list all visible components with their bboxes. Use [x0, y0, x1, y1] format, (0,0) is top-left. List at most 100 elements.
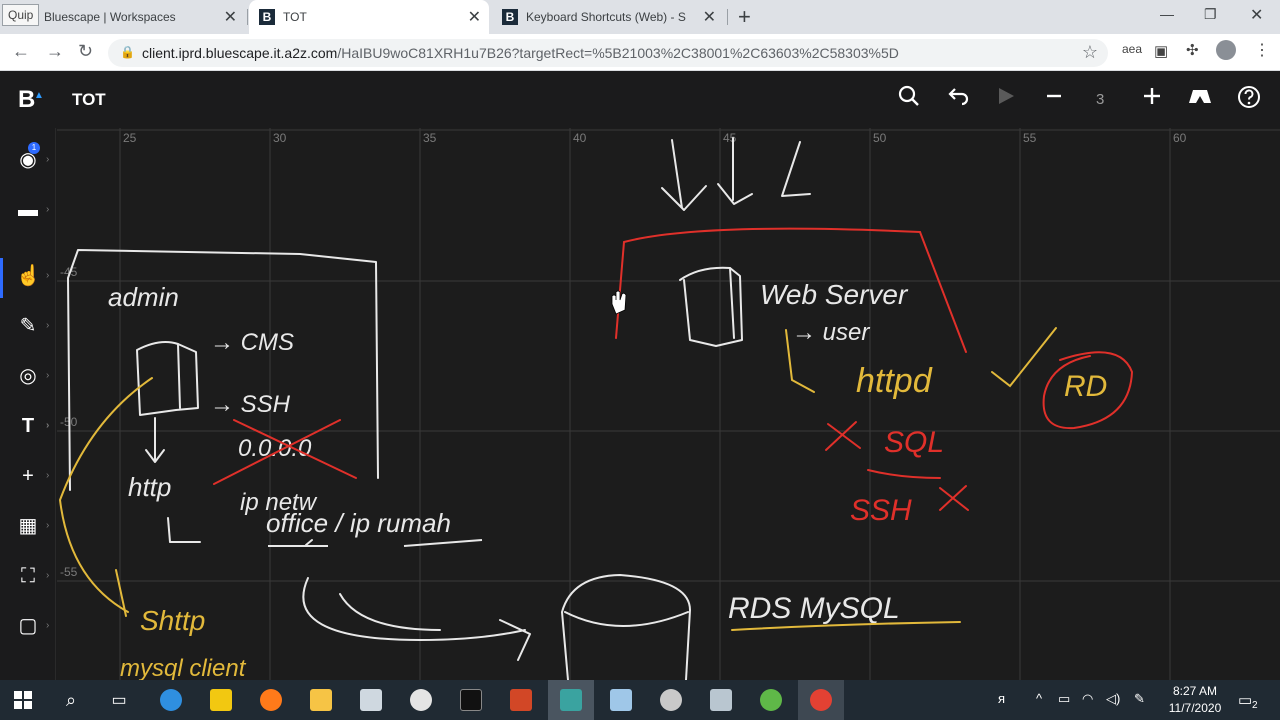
rd-text: RD [1064, 370, 1107, 403]
menu-kebab-icon[interactable]: ⋮ [1254, 40, 1270, 60]
ruler-x-label: 50 [873, 131, 887, 145]
store-app-icon[interactable] [348, 680, 394, 720]
task-view-icon[interactable]: ▭ [96, 680, 142, 720]
tab-tot[interactable]: B TOT ✕ [249, 0, 489, 34]
reload-icon[interactable]: ↻ [78, 41, 93, 62]
url-host: client.iprd.bluescape.it.a2z.com [142, 45, 338, 61]
terminal-app-icon[interactable] [448, 680, 494, 720]
pen-tray-icon[interactable]: ✎ [1134, 691, 1145, 707]
workspace-title[interactable]: TOT [72, 90, 106, 110]
tab-bluescape-workspaces[interactable]: Quip Bluescape | Workspaces ✕ [0, 0, 245, 34]
close-icon[interactable]: ✕ [703, 7, 716, 27]
url-field[interactable]: 🔒 client.iprd.bluescape.it.a2z.com/HaIBU… [108, 39, 1108, 67]
url-path: /HaIBU9woC81XRH1u7B26?targetRect=%5B2100… [337, 45, 899, 61]
zoom-in-icon[interactable] [1141, 85, 1163, 113]
windows-taskbar: ⌕ ▭ ᴙ ^ ▭ ◠ ◁) ✎ 8:27 AM 11/7/2020 ▭ 2 [0, 680, 1280, 720]
restore-icon[interactable]: ❐ [1204, 6, 1217, 23]
powerpoint-app-icon[interactable] [498, 680, 544, 720]
people-icon[interactable]: ᴙ [998, 691, 1005, 706]
ssh-text: → SSH [210, 391, 291, 418]
start-button[interactable] [0, 680, 46, 720]
app-icon[interactable] [598, 680, 644, 720]
chevron-up-icon[interactable]: ^ [1036, 691, 1042, 706]
participants-tool[interactable]: ◉ 1 › [16, 142, 49, 172]
presentation-icon[interactable] [1187, 85, 1213, 113]
admin-text: admin [108, 282, 179, 312]
system-clock[interactable]: 8:27 AM 11/7/2020 [1160, 683, 1230, 717]
office-text: office / ip rumah [266, 508, 451, 538]
back-icon[interactable]: ← [12, 41, 30, 62]
chrome-app-icon[interactable] [798, 680, 844, 720]
red-ink-strokes [213, 227, 1134, 511]
ruler-x-label: 45 [723, 131, 737, 145]
extension-icon[interactable]: ▣ [1154, 42, 1168, 60]
httpd-text: httpd [856, 362, 933, 400]
battery-icon[interactable]: ▭ [1058, 691, 1070, 707]
clock-time: 8:27 AM [1172, 684, 1218, 698]
extension-aea-icon[interactable]: aea [1122, 42, 1142, 56]
chevron-right-icon: › [46, 470, 50, 481]
notification-badge: 1 [28, 142, 40, 154]
bookmark-star-icon[interactable]: ☆ [1082, 42, 1098, 63]
chevron-right-icon: › [46, 520, 50, 531]
undo-icon[interactable] [946, 85, 970, 113]
bluescape-favicon-icon: B [502, 9, 518, 25]
canvas-drawing: 25 30 35 40 45 50 55 60 -45 -50 -55 admi… [57, 128, 1280, 680]
sticky-notes-app-icon[interactable] [198, 680, 244, 720]
new-tab-icon[interactable]: + [738, 4, 751, 30]
hand-cursor-icon [611, 290, 627, 315]
edge-app-icon[interactable] [148, 680, 194, 720]
bluescape-logo[interactable]: B ▲ [18, 87, 44, 113]
slack-app-icon[interactable] [398, 680, 444, 720]
notification-count: 2 [1252, 700, 1258, 711]
avatar[interactable] [1216, 40, 1236, 60]
shapes-icon: ◎ [19, 365, 37, 387]
volume-icon[interactable]: ◁) [1106, 691, 1120, 707]
app-icon[interactable] [698, 680, 744, 720]
fit-view-tool[interactable]: ▢ › [16, 614, 50, 638]
lock-icon: 🔒 [120, 45, 135, 59]
whiteboard-canvas[interactable]: 25 30 35 40 45 50 55 60 -45 -50 -55 admi… [57, 128, 1280, 680]
canvas-select-tool[interactable]: ⛶ › [16, 564, 49, 588]
chevron-right-icon: › [46, 204, 50, 215]
chevron-right-icon: › [46, 320, 50, 331]
pen-tool[interactable]: ✎ › [16, 314, 50, 338]
close-icon[interactable]: ✕ [468, 7, 481, 27]
shttp-text: Shttp [140, 605, 205, 636]
text-tool[interactable]: T › [16, 414, 49, 438]
app-icon[interactable] [748, 680, 794, 720]
wifi-icon[interactable]: ◠ [1082, 691, 1093, 707]
file-explorer-app-icon[interactable] [298, 680, 344, 720]
forward-icon[interactable]: → [46, 41, 64, 62]
chat-tool[interactable]: ▬ › [16, 198, 49, 222]
puzzle-icon[interactable]: ✣ [1186, 41, 1199, 59]
redo-play-icon[interactable] [995, 85, 1017, 113]
window-close-icon[interactable]: ✕ [1250, 5, 1263, 25]
select-tool[interactable]: ☝ › [16, 264, 49, 288]
shape-tool[interactable]: ◎ › [16, 364, 49, 388]
clock-date: 11/7/2020 [1168, 701, 1222, 715]
mysql-client-text: mysql client [120, 655, 247, 680]
chevron-right-icon: › [46, 620, 50, 631]
frame-icon: ▢ [18, 615, 38, 637]
active-tool-indicator [0, 258, 3, 298]
add-tool[interactable]: + › [16, 464, 49, 488]
tab-title: Bluescape | Workspaces [44, 10, 176, 24]
tab-divider [727, 9, 728, 25]
minimize-icon[interactable]: — [1160, 6, 1174, 22]
firefox-app-icon[interactable] [248, 680, 294, 720]
tab-keyboard-shortcuts[interactable]: B Keyboard Shortcuts (Web) - Start ✕ [492, 0, 724, 34]
search-icon[interactable] [898, 85, 920, 113]
notification-center-icon[interactable]: ▭ [1238, 691, 1252, 709]
grid-tool[interactable]: ▦ › [16, 514, 50, 538]
http-text: http [128, 472, 171, 502]
help-icon[interactable] [1237, 85, 1261, 115]
search-taskbar-icon[interactable]: ⌕ [48, 680, 94, 720]
rds-text: RDS MySQL [728, 592, 900, 625]
close-icon[interactable]: ✕ [224, 7, 237, 27]
zoom-out-icon[interactable] [1044, 85, 1064, 113]
app-icon[interactable] [648, 680, 694, 720]
active-app-icon[interactable] [548, 680, 594, 720]
windows-logo-icon [14, 691, 32, 709]
ruler-x-label: 25 [123, 131, 137, 145]
